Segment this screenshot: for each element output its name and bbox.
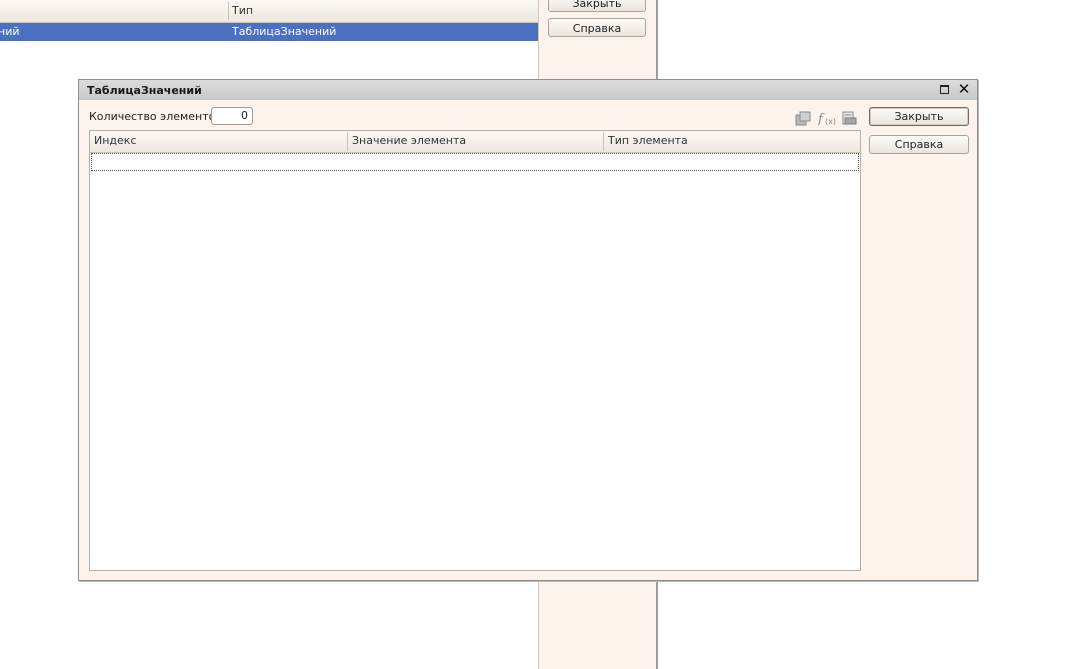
elements-table-header: Индекс Значение элемента Тип элемента	[90, 131, 860, 153]
table-row-selected[interactable]: ний ТаблицаЗначений	[0, 23, 538, 41]
print-preview-icon[interactable]	[841, 111, 857, 126]
close-icon[interactable]: ✕	[957, 81, 971, 97]
svg-text:f: f	[818, 112, 825, 126]
help-button[interactable]: Справка	[869, 135, 969, 154]
column-header-index[interactable]: Индекс	[94, 134, 137, 147]
background-table-header: Тип	[0, 0, 538, 23]
dialog-title: ТаблицаЗначений	[87, 84, 202, 97]
formula-icon[interactable]: f (x)	[817, 111, 836, 127]
column-separator[interactable]	[228, 2, 229, 20]
value-table-dialog: ТаблицаЗначений ✕ Количество элементов: …	[78, 79, 978, 581]
column-separator[interactable]	[603, 132, 604, 151]
background-help-button[interactable]: Справка	[548, 18, 646, 37]
table-row-empty[interactable]	[91, 153, 859, 171]
elements-table[interactable]: Индекс Значение элемента Тип элемента	[89, 130, 861, 571]
background-close-button[interactable]: Закрыть	[548, 0, 646, 12]
dialog-titlebar[interactable]: ТаблицаЗначений ✕	[79, 80, 977, 100]
copy-icon[interactable]	[795, 111, 811, 126]
svg-text:(x): (x)	[825, 117, 836, 126]
maximize-icon[interactable]	[940, 85, 949, 94]
column-header-type[interactable]: Тип	[232, 4, 253, 17]
column-header-type[interactable]: Тип элемента	[608, 134, 688, 147]
row-name-cell: ний	[0, 25, 20, 38]
column-header-value[interactable]: Значение элемента	[352, 134, 466, 147]
row-type-cell: ТаблицаЗначений	[232, 25, 337, 38]
count-label: Количество элементов:	[89, 110, 226, 123]
column-separator[interactable]	[347, 132, 348, 151]
count-field[interactable]: 0	[211, 107, 253, 125]
close-button[interactable]: Закрыть	[869, 107, 969, 126]
